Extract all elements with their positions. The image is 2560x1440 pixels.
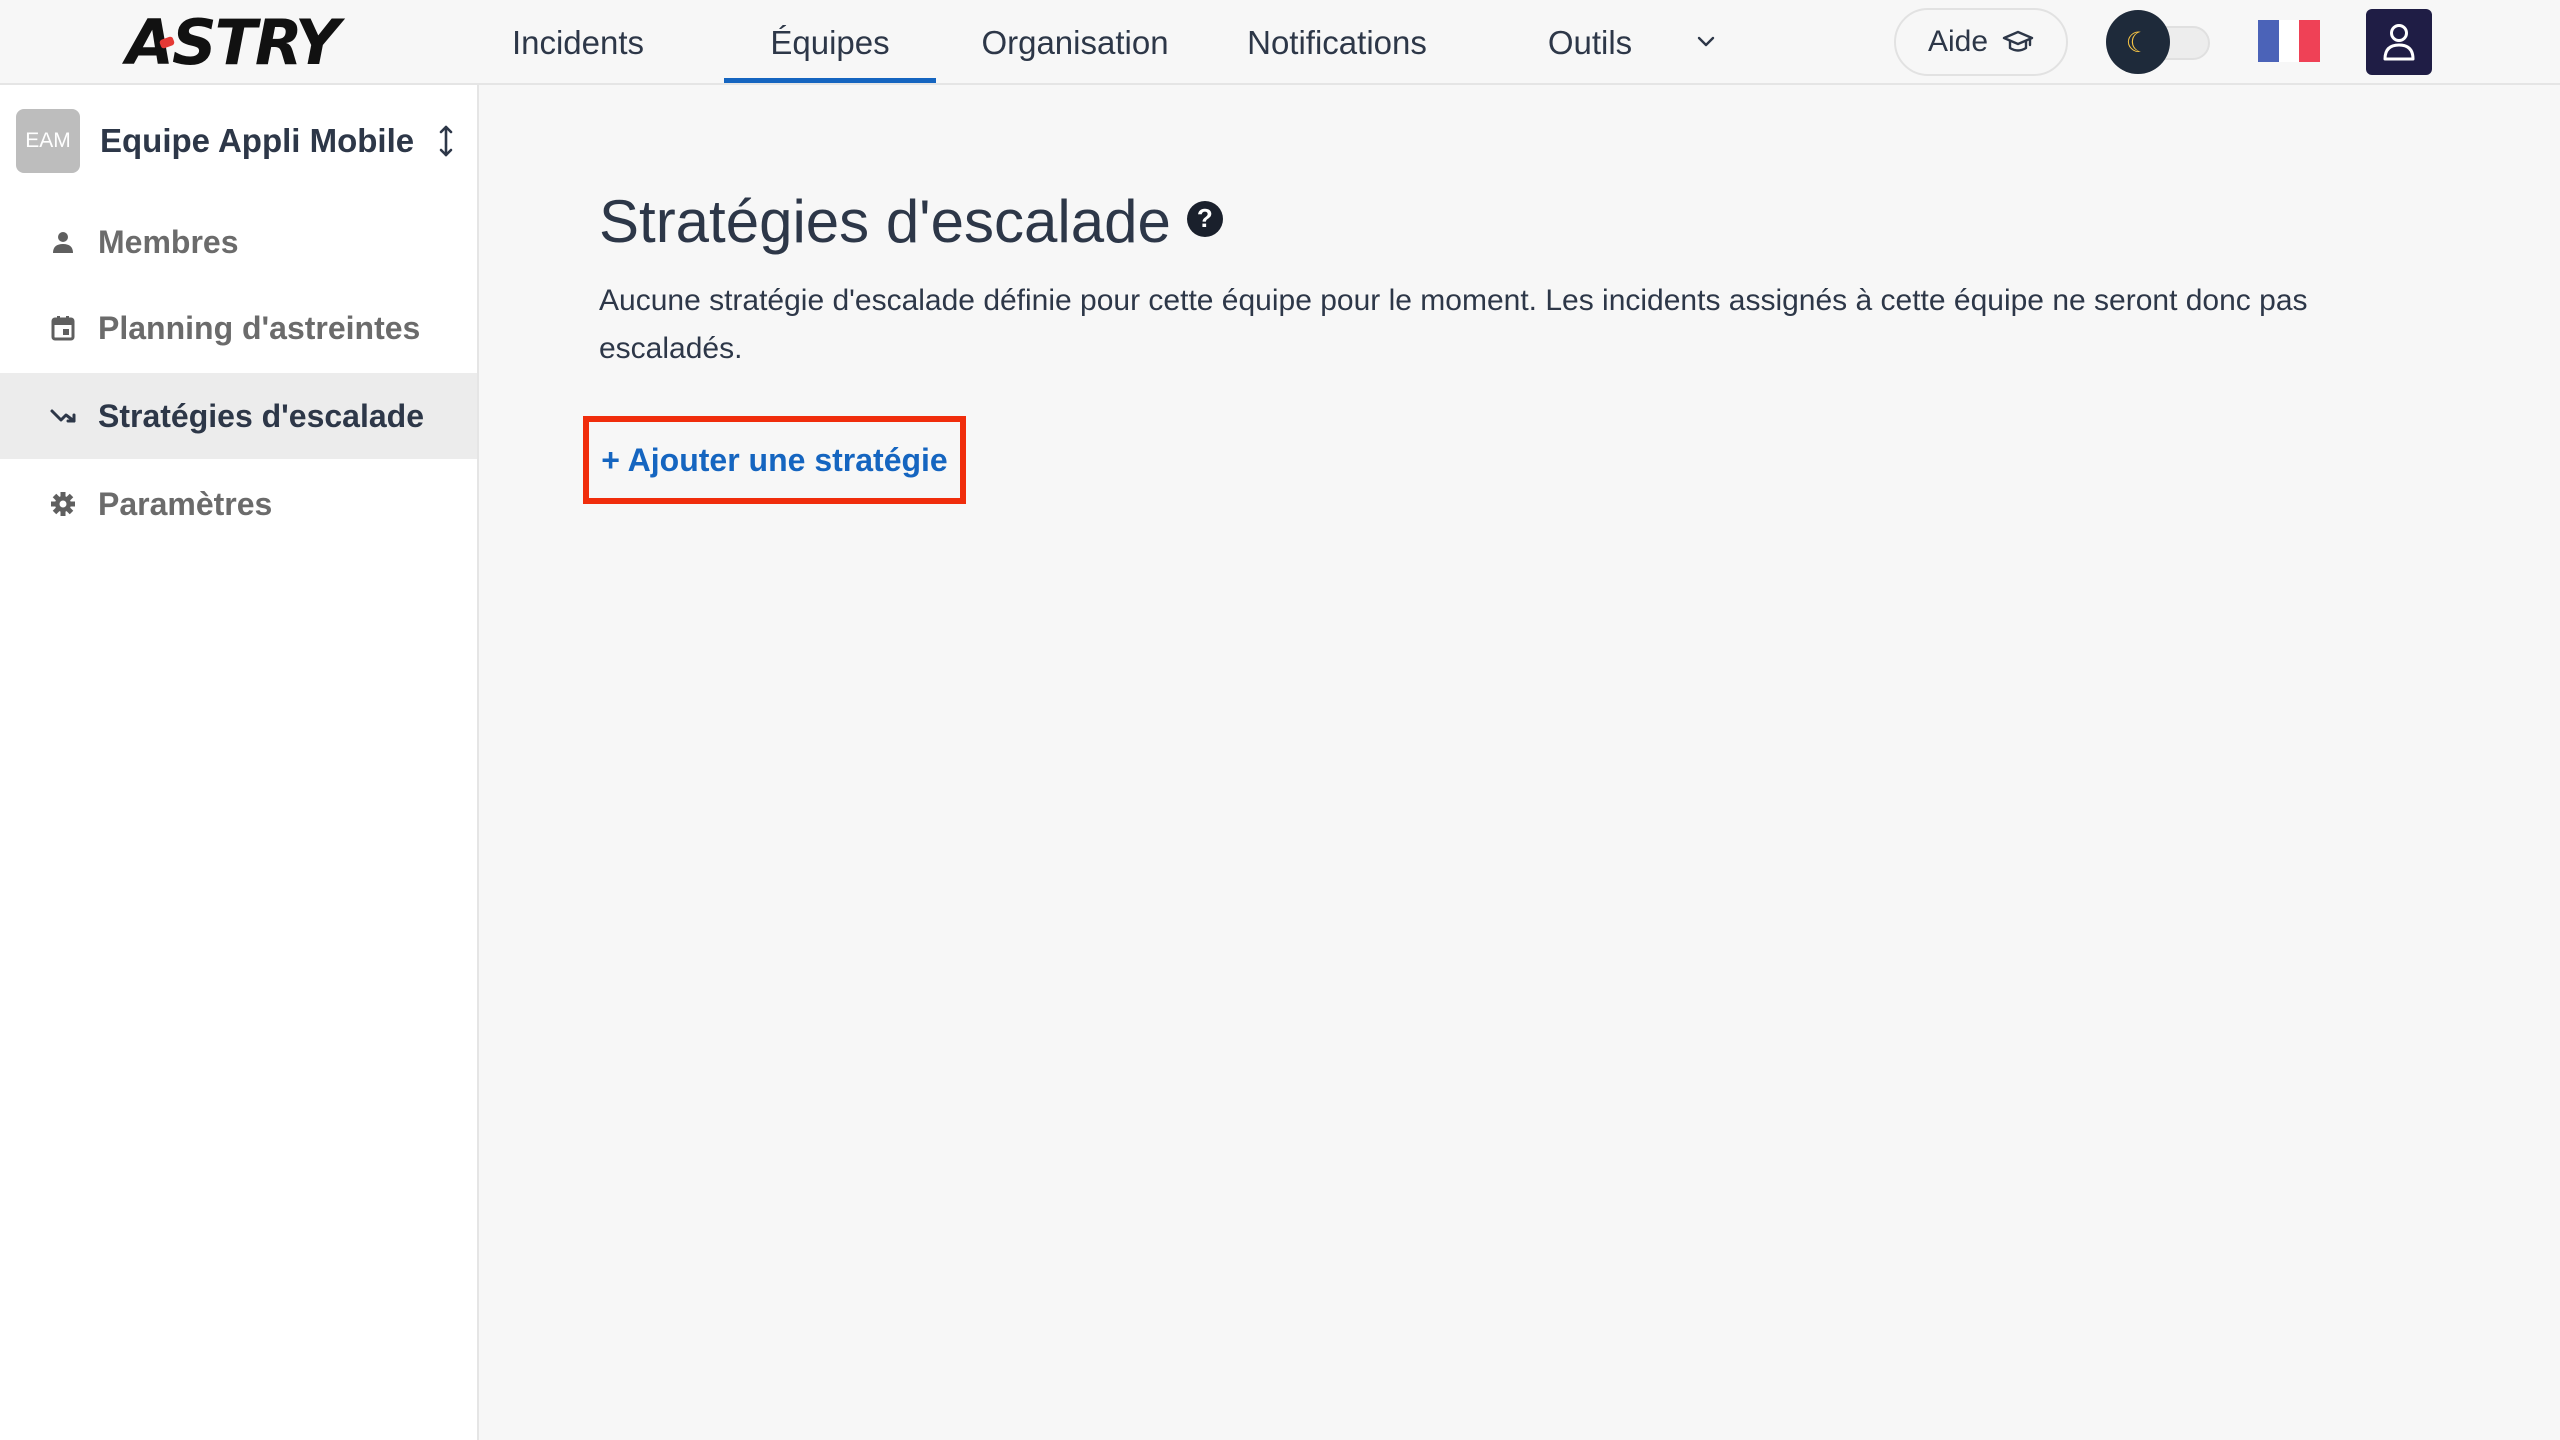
calendar-icon [48, 313, 78, 343]
question-mark-icon[interactable]: ? [1186, 200, 1223, 237]
sidebar-item-label: Stratégies d'escalade [98, 397, 424, 434]
graduation-cap-icon [2002, 30, 2034, 52]
gear-icon [48, 489, 78, 519]
sidebar: EAM Equipe Appli Mobile Membres Planning… [0, 85, 479, 1440]
team-name: Equipe Appli Mobile [100, 122, 415, 159]
nav-outils[interactable]: Outils [1530, 0, 1650, 85]
sidebar-item-parametres[interactable]: Paramètres [0, 461, 477, 547]
help-button[interactable]: Aide [1894, 8, 2068, 76]
sidebar-item-label: Planning d'astreintes [98, 309, 421, 346]
user-account-button[interactable] [2366, 9, 2432, 75]
sidebar-item-label: Paramètres [98, 485, 273, 522]
dark-mode-toggle[interactable]: ☾ [2106, 10, 2212, 74]
top-navigation-bar: ASTRY Incidents Équipes Organisation Not… [0, 0, 2560, 85]
french-flag-icon[interactable] [2258, 20, 2321, 62]
main-content: Stratégies d'escalade ? Aucune stratégie… [481, 87, 2560, 1440]
sidebar-item-strategies[interactable]: Stratégies d'escalade [0, 373, 477, 459]
page-title-row: Stratégies d'escalade ? [599, 187, 1223, 256]
sidebar-item-planning[interactable]: Planning d'astreintes [0, 285, 477, 371]
sidebar-item-membres[interactable]: Membres [0, 199, 477, 285]
nav-notifications[interactable]: Notifications [1228, 0, 1446, 85]
nav-active-indicator [724, 78, 936, 83]
nav-incidents[interactable]: Incidents [490, 0, 666, 85]
astry-logo[interactable]: ASTRY [126, 6, 340, 79]
person-icon [48, 227, 78, 257]
escalation-icon [48, 401, 78, 431]
add-strategy-button[interactable]: + Ajouter une stratégie [583, 416, 966, 504]
empty-state-description: Aucune stratégie d'escalade définie pour… [599, 284, 2308, 365]
nav-organisation[interactable]: Organisation [968, 0, 1182, 85]
user-icon [2383, 24, 2415, 61]
moon-icon: ☾ [2106, 10, 2170, 74]
swap-vertical-icon[interactable] [434, 123, 458, 159]
page-title: Stratégies d'escalade [599, 188, 1171, 255]
nav-equipes[interactable]: Équipes [724, 0, 936, 85]
chevron-down-icon[interactable] [1694, 30, 1718, 54]
team-badge: EAM [16, 109, 80, 173]
sidebar-item-label: Membres [98, 223, 239, 260]
help-button-label: Aide [1927, 25, 1989, 58]
team-selector[interactable]: EAM Equipe Appli Mobile [16, 109, 466, 173]
logo-text: ASTRY [126, 5, 340, 79]
